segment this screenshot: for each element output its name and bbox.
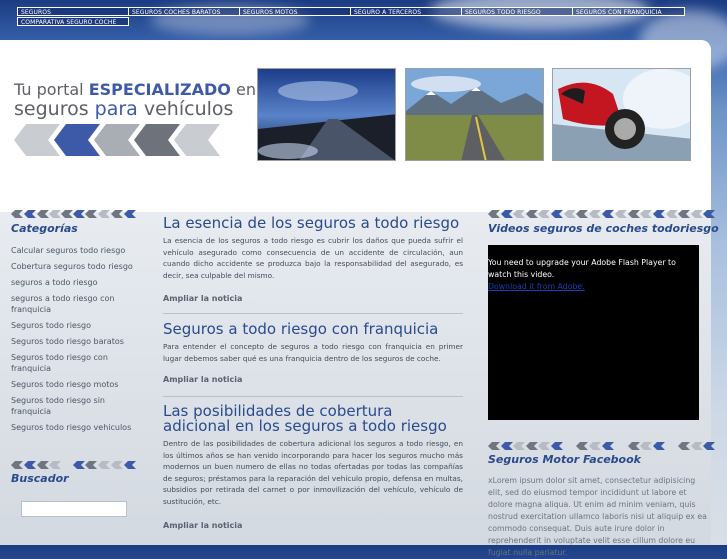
section-decoration [11, 461, 136, 469]
category-link[interactable]: seguros a todo riesgo con franquicia [11, 293, 141, 315]
section-decoration [488, 210, 715, 218]
nav-item-seguros-todo-riesgo[interactable]: SEGUROS TODO RIESGO [461, 7, 573, 16]
read-more-link[interactable]: Ampliar la noticia [163, 375, 242, 384]
facebook-text: xLorem ipsum dolor sit amet, consectetur… [488, 476, 707, 557]
categories-heading: Categorías [11, 222, 78, 235]
section-decoration [11, 210, 136, 218]
nav-item-seguro-a-terceros[interactable]: SEGURO A TERCEROS [350, 7, 462, 16]
flash-upgrade-message: You need to upgrade your Adobe Flash Pla… [488, 257, 699, 293]
search-input[interactable] [21, 501, 127, 517]
article-body: La esencia de los seguros a todo riesgo … [163, 236, 463, 280]
article-body: Para entender el concepto de seguros a t… [163, 342, 463, 363]
article: Las posibilidades de cobertura adicional… [163, 404, 463, 508]
category-link[interactable]: Seguros todo riesgo baratos [11, 336, 141, 347]
search-heading: Buscador [11, 472, 69, 485]
tagline-text: vehículos [137, 98, 234, 120]
nav-item-seguros-motos[interactable]: SEGUROS MOTOS [239, 7, 351, 16]
category-link[interactable]: Cobertura seguros todo riesgo [11, 261, 141, 272]
article-title[interactable]: Las posibilidades de cobertura adicional… [163, 404, 463, 434]
category-link[interactable]: Seguros todo riesgo [11, 320, 141, 331]
category-link[interactable]: Seguros todo riesgo motos [11, 379, 141, 390]
category-link[interactable]: Seguros todo riesgo sin franquicia [11, 395, 141, 417]
highway-mountains-photo [405, 68, 544, 161]
article-title[interactable]: Seguros a todo riesgo con franquicia [163, 322, 463, 337]
motorcycle-rider-photo [552, 68, 691, 161]
category-link[interactable]: Calcular seguros todo riesgo [11, 245, 141, 256]
video-player[interactable]: You need to upgrade your Adobe Flash Pla… [488, 245, 699, 420]
article-body: Dentro de las posibilidades de cobertura… [163, 439, 463, 506]
tagline-highlight: para [94, 98, 138, 120]
nav-item-seguros[interactable]: SEGUROS [17, 7, 129, 16]
categories-list: Calcular seguros todo riesgo Cobertura s… [11, 245, 141, 438]
tagline-text: Tu portal [14, 80, 89, 99]
category-link[interactable]: Seguros todo riesgo vehiculos [11, 422, 141, 433]
read-more-link[interactable]: Ampliar la noticia [163, 521, 242, 530]
facebook-heading: Seguros Motor Facebook [488, 453, 641, 466]
article: Seguros a todo riesgo con franquicia Par… [163, 322, 463, 364]
article-divider [163, 396, 463, 397]
category-link[interactable]: seguros a todo riesgo [11, 277, 141, 288]
article-divider [163, 313, 463, 314]
tagline-text: en [230, 80, 256, 99]
nav-item-seguros-con-franquicia[interactable]: SEGUROS CON FRANQUICIA [572, 7, 685, 16]
nav-item-seguros-coches-baratos[interactable]: SEGUROS COCHES BARATOS [128, 7, 240, 16]
read-more-link[interactable]: Ampliar la noticia [163, 294, 242, 303]
article-title[interactable]: La esencia de los seguros a todo riesgo [163, 216, 463, 231]
chevron-arrows-graphic [14, 124, 220, 156]
header-banner: Tu portal ESPECIALIZADO en seguros para … [0, 40, 711, 212]
article: La esencia de los seguros a todo riesgo … [163, 216, 463, 281]
flash-message-text: You need to upgrade your Adobe Flash Pla… [488, 258, 676, 279]
car-dashboard-road-photo [257, 68, 396, 161]
videos-heading: Videos seguros de coches todoriesgo [488, 222, 719, 235]
site-tagline: Tu portal ESPECIALIZADO en seguros para … [14, 80, 256, 120]
download-flash-link[interactable]: Download it from Adobe. [488, 281, 699, 293]
category-link[interactable]: Seguros todo riesgo con franquicia [11, 352, 141, 374]
section-decoration [488, 442, 715, 450]
tagline-highlight: ESPECIALIZADO [88, 80, 231, 99]
tagline-text: seguros [14, 98, 95, 120]
nav-item-comparativa-seguro-coche[interactable]: COMPARATIVA SEGURO COCHE [17, 17, 129, 26]
